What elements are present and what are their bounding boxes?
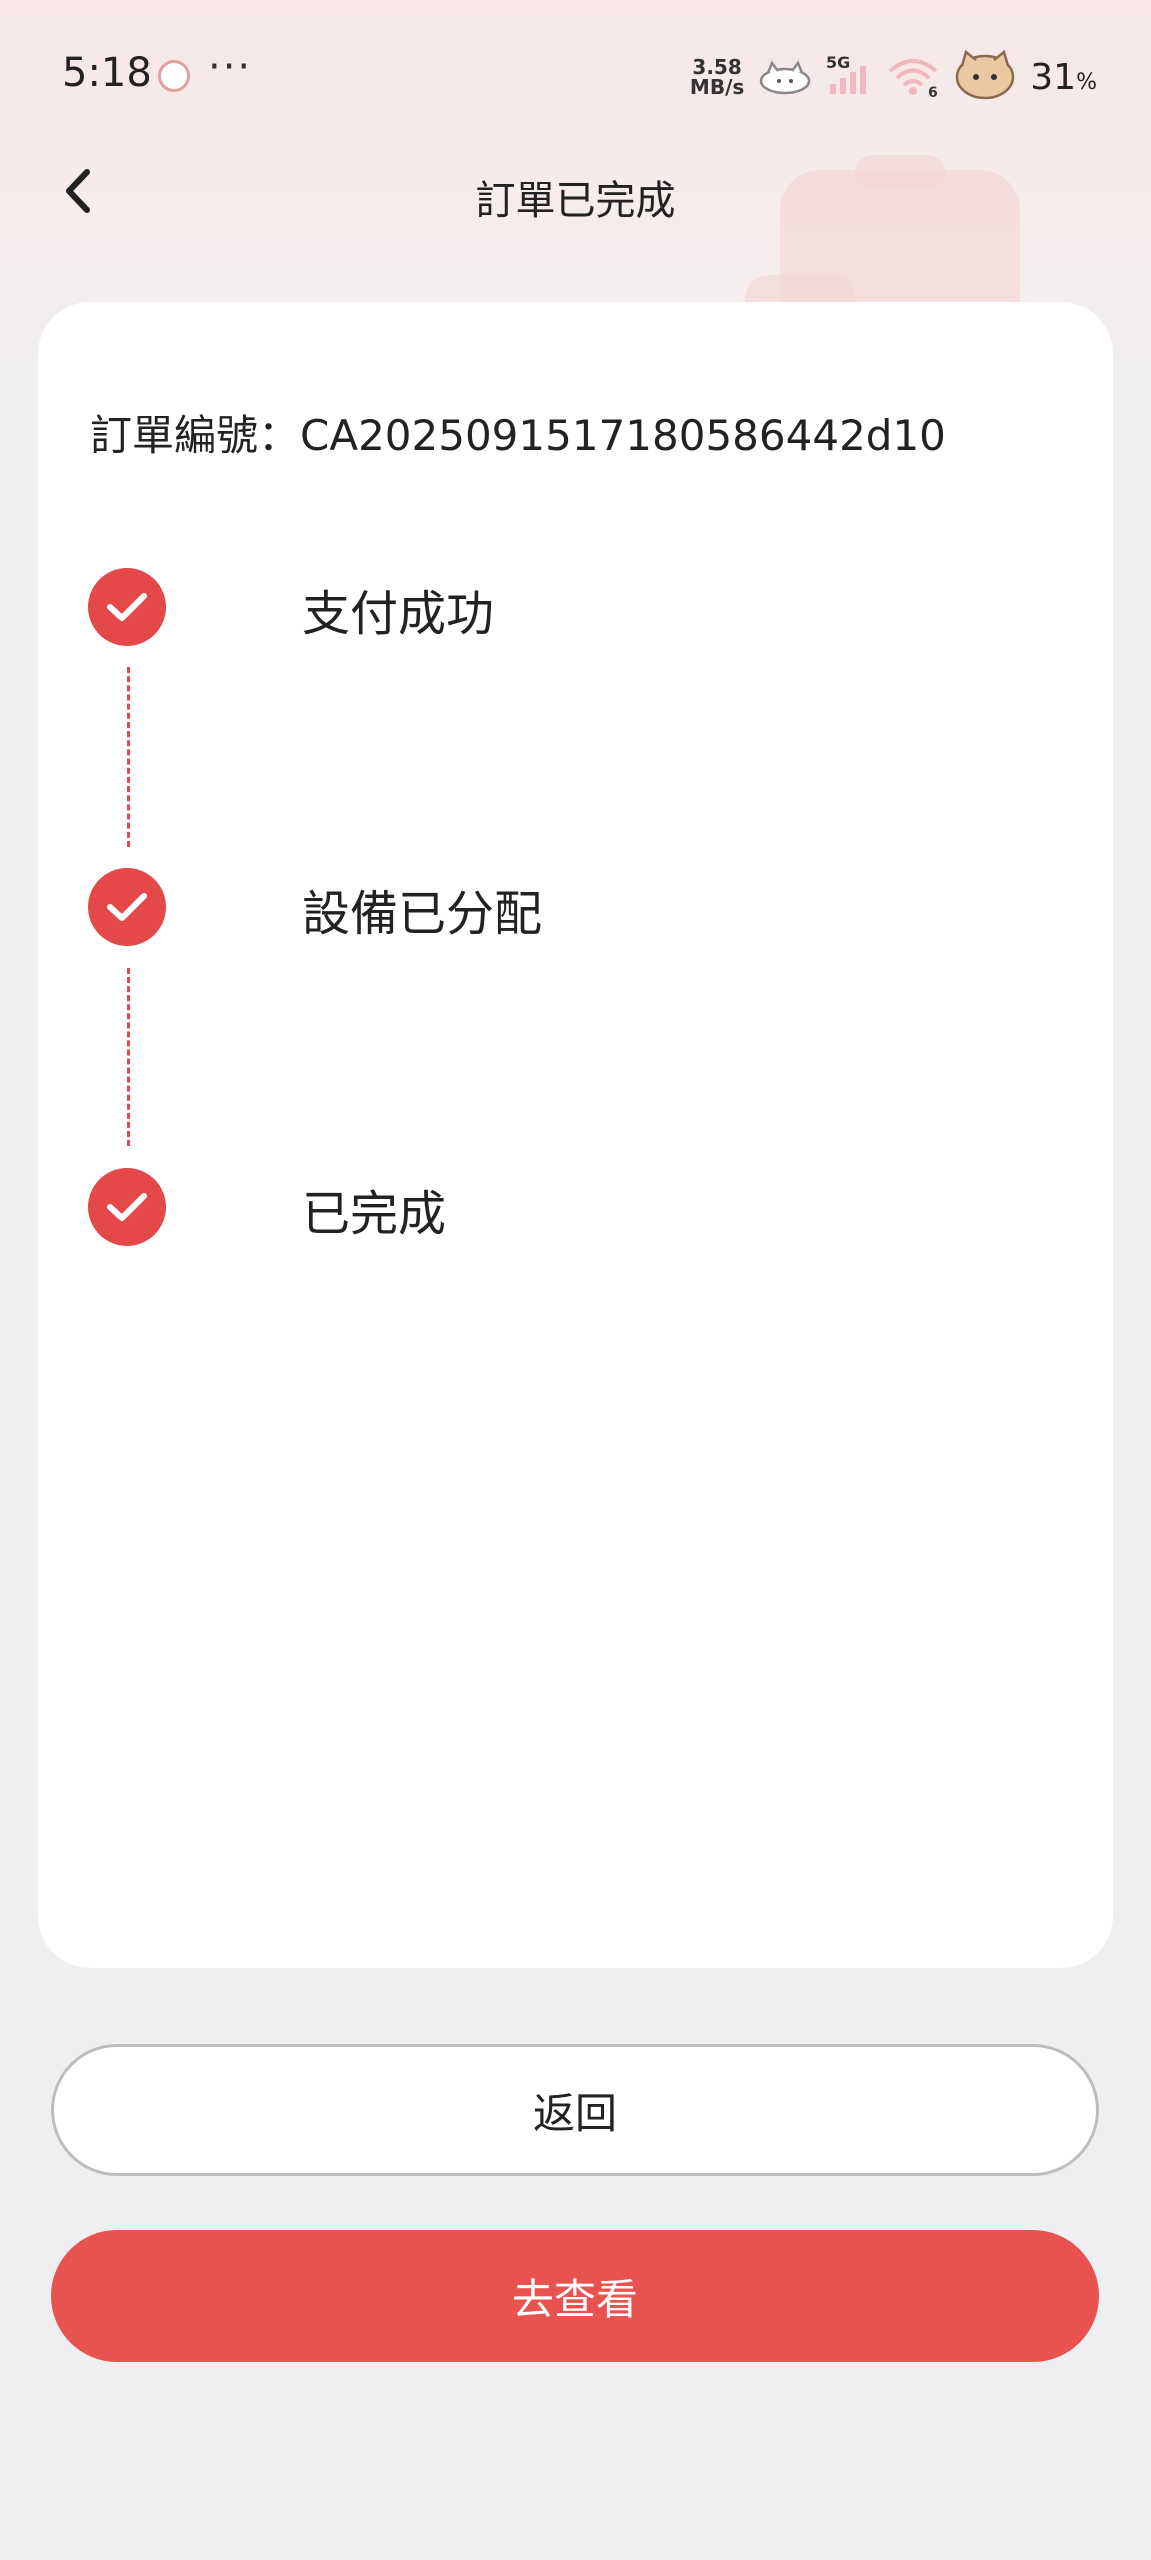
step-label: 已完成 bbox=[302, 1186, 447, 1242]
step-payment-success: 支付成功 bbox=[88, 568, 988, 648]
view-button[interactable]: 去查看 bbox=[51, 2230, 1099, 2362]
step-connector bbox=[127, 667, 130, 847]
check-icon bbox=[88, 568, 166, 646]
order-number-value: CA2025091517180586442d10 bbox=[300, 411, 946, 460]
step-completed: 已完成 bbox=[88, 1168, 988, 1248]
network-speed-value: 3.58 bbox=[692, 55, 742, 79]
check-icon bbox=[88, 1168, 166, 1246]
network-type: 5G bbox=[826, 54, 850, 72]
cloud-cat-icon bbox=[758, 55, 812, 99]
return-button[interactable]: 返回 bbox=[51, 2044, 1099, 2176]
cellular-signal-icon: 5G bbox=[826, 53, 872, 100]
step-device-assigned: 設備已分配 bbox=[88, 868, 988, 948]
battery-cat-icon bbox=[954, 49, 1016, 104]
more-notifications-icon: ··· bbox=[208, 44, 253, 90]
status-bar: 5:18 ··· 3.58 MB/s 5G 6 31% bbox=[0, 0, 1151, 150]
battery-unit: % bbox=[1076, 69, 1097, 95]
order-number-label: 訂單編號： bbox=[90, 411, 301, 460]
order-status-card: 訂單編號：CA2025091517180586442d10 支付成功 設備已分配… bbox=[38, 302, 1113, 1968]
step-label: 設備已分配 bbox=[302, 886, 543, 942]
app-notification-icon bbox=[158, 60, 190, 92]
wifi-icon: 6 bbox=[886, 53, 940, 101]
order-complete-screen: 5:18 ··· 3.58 MB/s 5G 6 31% 訂單已完成 訂單編號：C… bbox=[0, 0, 1151, 2560]
battery-value: 31 bbox=[1030, 56, 1077, 98]
order-number: 訂單編號：CA2025091517180586442d10 bbox=[90, 402, 946, 463]
check-icon bbox=[88, 868, 166, 946]
network-speed-unit: MB/s bbox=[689, 75, 745, 99]
status-time: 5:18 bbox=[62, 50, 152, 96]
step-connector bbox=[127, 968, 130, 1146]
navigation-bar: 訂單已完成 bbox=[0, 150, 1151, 240]
network-speed: 3.58 MB/s bbox=[690, 57, 744, 97]
step-label: 支付成功 bbox=[302, 586, 495, 642]
page-title: 訂單已完成 bbox=[475, 178, 676, 224]
wifi-badge: 6 bbox=[928, 85, 938, 97]
status-indicators: 3.58 MB/s 5G 6 31% bbox=[690, 49, 1097, 104]
battery-percentage: 31% bbox=[1030, 57, 1097, 98]
